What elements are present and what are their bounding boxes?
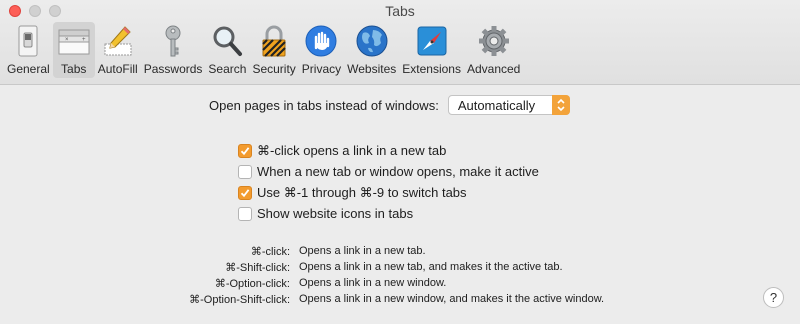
window-title: Tabs: [385, 3, 415, 19]
toolbar-label: Extensions: [402, 62, 461, 76]
toolbar-label: Privacy: [301, 62, 342, 76]
chevron-updown-icon: [551, 95, 570, 115]
magnifier-icon: [209, 23, 245, 59]
toolbar-item-security[interactable]: Security: [249, 22, 298, 78]
shortcut-description: Opens a link in a new tab.: [299, 245, 426, 257]
help-button[interactable]: ?: [763, 287, 784, 308]
hand-icon: [303, 23, 339, 59]
shortcut-description: Opens a link in a new window, and makes …: [299, 293, 605, 305]
tabs-pane: Open pages in tabs instead of windows: A…: [0, 85, 800, 324]
puzzle-compass-icon: [414, 23, 450, 59]
preferences-toolbar: General × + Tabs AutoFill Passwords Sear…: [4, 22, 523, 80]
toolbar-item-websites[interactable]: Websites: [344, 22, 399, 78]
shortcut-description: Opens a link in a new window.: [299, 277, 447, 289]
general-switch-icon: [10, 23, 46, 59]
toolbar-label: Advanced: [466, 62, 521, 76]
checkbox-label: Use ⌘-1 through ⌘-9 to switch tabs: [257, 184, 467, 200]
lock-icon: [256, 23, 292, 59]
checkbox[interactable]: [238, 164, 252, 179]
checkbox-row-cmd-click[interactable]: ⌘-click opens a link in a new tab: [238, 140, 539, 161]
toolbar-label: Passwords: [143, 62, 203, 76]
toolbar-label: Search: [208, 62, 247, 76]
toolbar-label: Websites: [347, 62, 397, 76]
shortcut-key: ⌘-Option-click:: [214, 278, 290, 290]
toolbar-item-privacy[interactable]: Privacy: [299, 22, 344, 78]
toolbar-label: Tabs: [61, 62, 87, 76]
shortcut-row: ⌘-Shift-click: Opens a link in a new tab…: [0, 261, 800, 277]
pencil-icon: [100, 23, 136, 59]
popup-value: Automatically: [457, 97, 536, 113]
key-icon: [155, 23, 191, 59]
toolbar-item-search[interactable]: Search: [205, 22, 249, 78]
toolbar-item-tabs[interactable]: × + Tabs: [52, 22, 95, 78]
shortcut-key: ⌘-Shift-click:: [225, 262, 290, 274]
tab-options: ⌘-click opens a link in a new tab When a…: [238, 140, 539, 224]
open-pages-row: Open pages in tabs instead of windows: A…: [209, 95, 570, 115]
checkbox[interactable]: [238, 185, 252, 200]
open-pages-popup[interactable]: Automatically: [447, 95, 570, 115]
title-bar: Tabs General × + Tabs AutoFill Passwords…: [0, 0, 800, 85]
checkbox-label: ⌘-click opens a link in a new tab: [257, 142, 447, 158]
toolbar-item-autofill[interactable]: AutoFill: [95, 22, 141, 78]
tabs-icon: × +: [56, 23, 92, 59]
toolbar-item-passwords[interactable]: Passwords: [141, 22, 206, 78]
shortcut-legend: ⌘-click: Opens a link in a new tab. ⌘-Sh…: [0, 245, 800, 309]
checkbox[interactable]: [238, 206, 252, 221]
shortcut-row: ⌘-Option-click: Opens a link in a new wi…: [0, 277, 800, 293]
toolbar-item-advanced[interactable]: Advanced: [464, 22, 523, 78]
shortcut-description: Opens a link in a new tab, and makes it …: [299, 261, 563, 273]
toolbar-label: AutoFill: [97, 62, 138, 76]
checkbox-label: Show website icons in tabs: [257, 206, 414, 221]
shortcut-key: ⌘-Option-Shift-click:: [189, 294, 290, 306]
svg-text:×: ×: [65, 37, 69, 43]
toolbar-label: Security: [252, 62, 296, 76]
checkbox-row-make-active[interactable]: When a new tab or window opens, make it …: [238, 161, 539, 182]
shortcut-row: ⌘-click: Opens a link in a new tab.: [0, 245, 800, 261]
globe-icon: [354, 23, 390, 59]
toolbar-label: General: [7, 62, 50, 76]
shortcut-key: ⌘-click:: [250, 246, 290, 258]
toolbar-item-extensions[interactable]: Extensions: [399, 22, 464, 78]
shortcut-row: ⌘-Option-Shift-click: Opens a link in a …: [0, 293, 800, 309]
checkbox-row-switch-tabs[interactable]: Use ⌘-1 through ⌘-9 to switch tabs: [238, 182, 539, 203]
checkbox-row-website-icons[interactable]: Show website icons in tabs: [238, 203, 539, 224]
toolbar-item-general[interactable]: General: [4, 22, 53, 78]
checkbox[interactable]: [238, 143, 252, 158]
svg-text:+: +: [82, 37, 86, 43]
open-pages-label: Open pages in tabs instead of windows:: [209, 97, 439, 113]
checkbox-label: When a new tab or window opens, make it …: [257, 164, 539, 179]
gear-icon: [476, 23, 512, 59]
